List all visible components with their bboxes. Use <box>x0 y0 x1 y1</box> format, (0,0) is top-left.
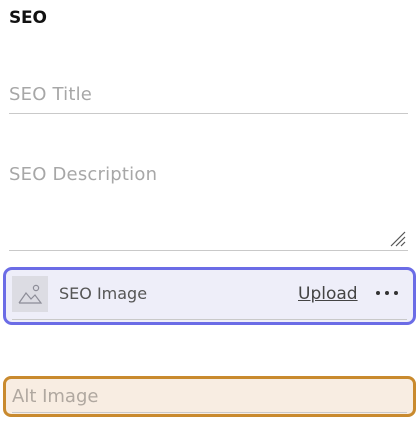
alt-field-underline <box>12 412 407 413</box>
alt-image-field[interactable]: Alt Image <box>3 376 416 417</box>
seo-title-placeholder: SEO Title <box>9 84 93 105</box>
image-field-underline <box>12 319 407 320</box>
seo-panel: SEO SEO Title SEO Description SEO Image … <box>0 0 418 429</box>
seo-image-label: SEO Image <box>59 284 148 303</box>
section-title: SEO <box>9 8 47 28</box>
seo-title-field[interactable]: SEO Title <box>9 84 408 114</box>
resize-handle-icon[interactable] <box>389 230 406 247</box>
seo-description-field[interactable]: SEO Description <box>9 164 408 251</box>
seo-description-placeholder: SEO Description <box>9 164 158 185</box>
upload-button[interactable]: Upload <box>298 284 358 304</box>
more-options-icon[interactable] <box>374 283 400 303</box>
seo-image-field[interactable]: SEO Image Upload <box>3 267 416 325</box>
alt-image-placeholder: Alt Image <box>12 386 99 407</box>
image-placeholder-icon <box>12 276 48 312</box>
